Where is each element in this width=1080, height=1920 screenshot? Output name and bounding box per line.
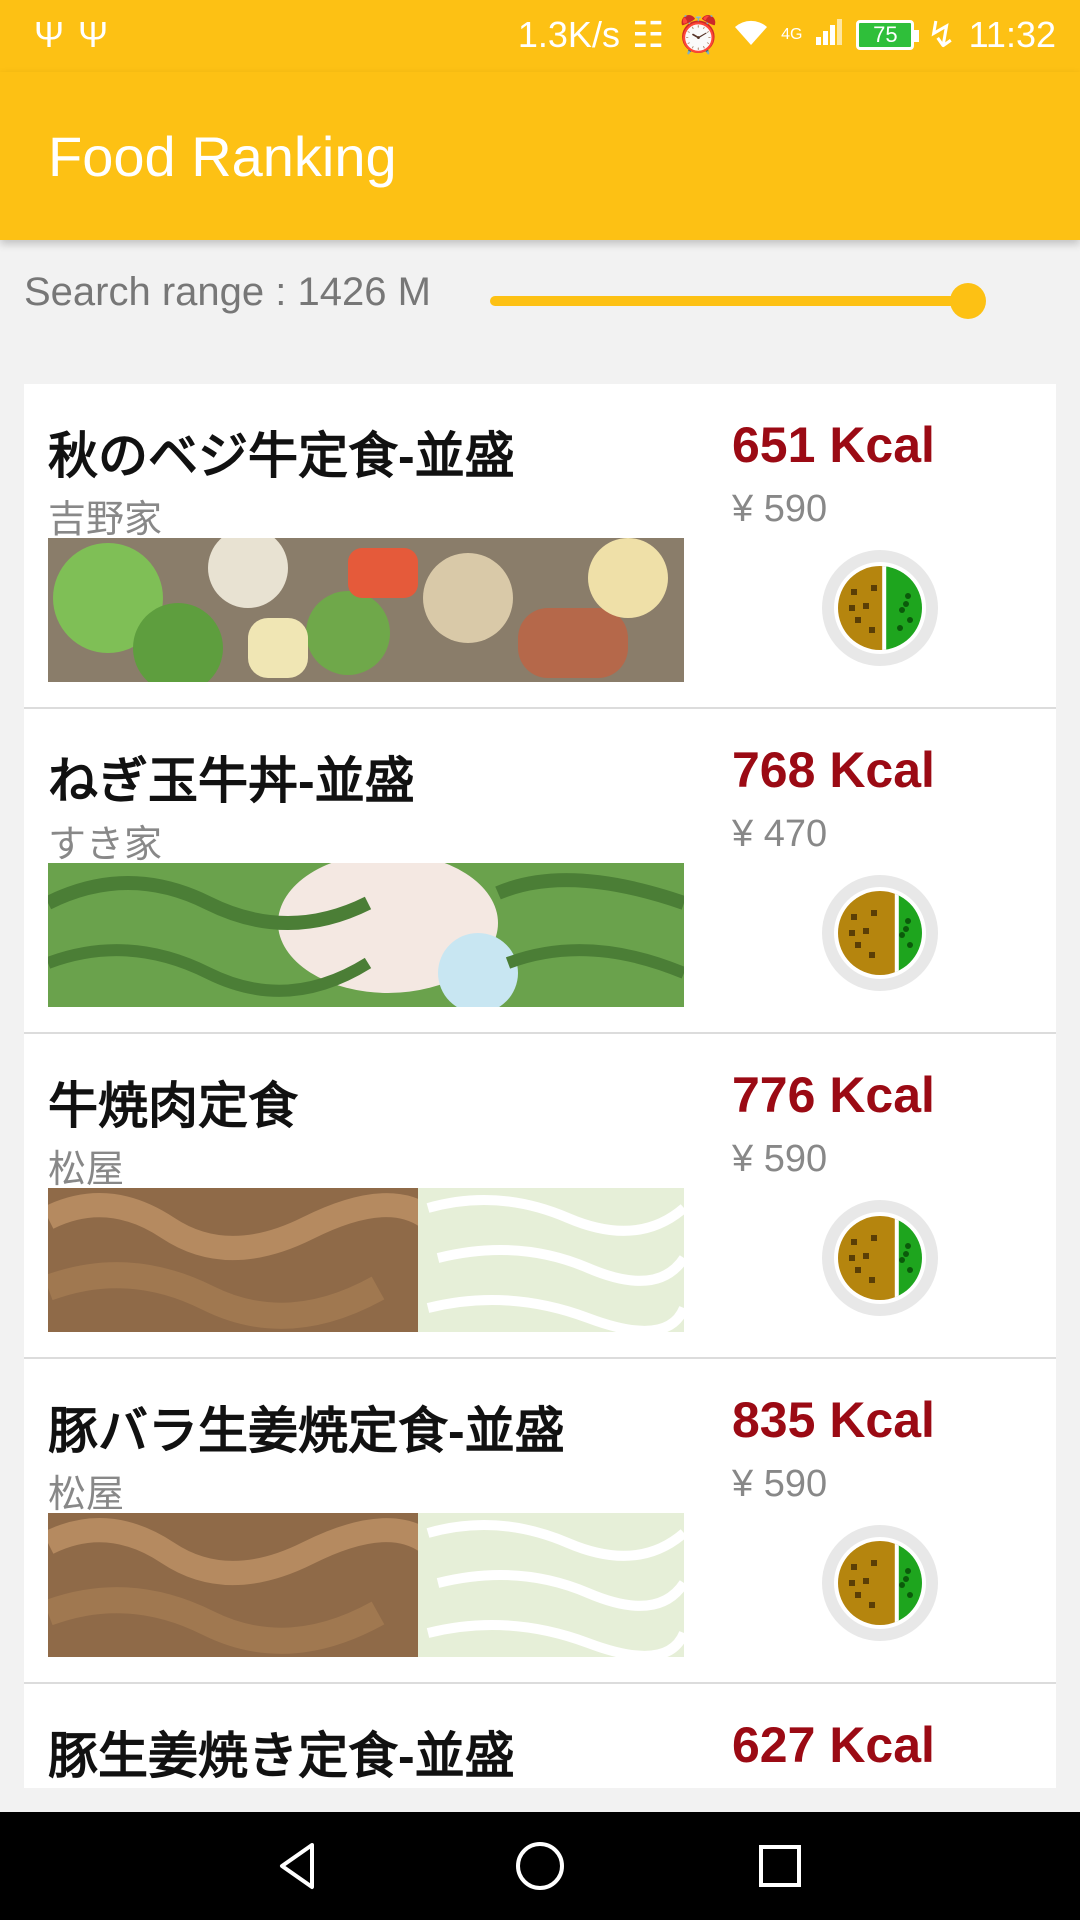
food-list[interactable]: 秋のベジ牛定食-並盛吉野家 651 Kcal ¥ 590 ねぎ玉牛丼-並盛すき家 768… [24,384,1056,1788]
battery-icon: 75 [856,20,920,50]
food-name: 豚バラ生姜焼定食-並盛 [48,1403,565,1459]
clock: 11:32 [968,14,1056,55]
nutrition-ratio-icon [822,1525,938,1641]
usb-icon: Ψ [78,14,109,55]
food-photo [48,863,684,1007]
food-name: 豚生姜焼き定食-並盛 [48,1728,515,1784]
app-bar: Food Ranking [0,72,1080,240]
food-name: 牛焼肉定食 [48,1078,298,1134]
food-card[interactable]: 豚生姜焼き定食-並盛 627 Kcal [24,1684,1056,1788]
status-icons: 1.3K/s ☷ ⏰ 4G 75 ↯ 11:32 [518,14,1056,56]
food-card[interactable]: 牛焼肉定食松屋 776 Kcal ¥ 590 [24,1034,1056,1359]
status-bar: Ψ Ψ 1.3K/s ☷ ⏰ 4G 75 ↯ 11:32 [0,0,1080,72]
calorie-value: 768 Kcal [732,742,935,798]
search-range-slider[interactable] [490,283,986,319]
calorie-value: 776 Kcal [732,1067,935,1123]
calorie-value: 651 Kcal [732,417,935,473]
price-value: ¥ 590 [732,488,828,530]
food-card[interactable]: 豚バラ生姜焼定食-並盛松屋 835 Kcal ¥ 590 [24,1359,1056,1684]
slider-thumb[interactable] [950,283,986,319]
search-range-label: Search range : 1426 M [24,270,431,314]
cell-signal-icon [814,14,844,56]
nutrition-ratio-icon [822,875,938,991]
vibrate-icon: ☷ [631,14,665,55]
wifi-icon [733,14,769,56]
shop-name: すき家 [48,824,163,866]
page-title: Food Ranking [48,125,397,188]
navigation-bar [0,1812,1080,1920]
food-card[interactable]: ねぎ玉牛丼-並盛すき家 768 Kcal ¥ 470 [24,709,1056,1034]
shop-name: 吉野家 [48,499,163,541]
food-card[interactable]: 秋のベジ牛定食-並盛吉野家 651 Kcal ¥ 590 [24,384,1056,709]
signal-type: 4G [781,26,803,43]
shop-name: 松屋 [48,1149,125,1191]
calorie-value: 627 Kcal [732,1717,935,1773]
nutrition-ratio-icon [822,1200,938,1316]
home-icon[interactable] [513,1839,567,1893]
shop-name: 松屋 [48,1474,125,1516]
food-name: 秋のベジ牛定食-並盛 [48,428,515,484]
price-value: ¥ 590 [732,1138,828,1180]
usb-icon: Ψ [34,14,65,55]
search-range-row: Search range : 1426 M [0,240,1080,350]
net-speed: 1.3K/s [517,14,620,55]
price-value: ¥ 470 [732,813,828,855]
food-photo [48,538,684,682]
nutrition-ratio-icon [822,550,938,666]
back-icon[interactable] [272,1839,326,1893]
price-value: ¥ 590 [732,1463,828,1505]
food-photo [48,1188,684,1332]
food-photo [48,1513,684,1657]
alarm-icon: ⏰ [676,14,722,55]
food-name: ねぎ玉牛丼-並盛 [48,753,415,809]
charging-icon: ↯ [926,14,957,55]
slider-track [490,296,968,306]
calorie-value: 835 Kcal [732,1392,935,1448]
recents-icon[interactable] [753,1839,807,1893]
